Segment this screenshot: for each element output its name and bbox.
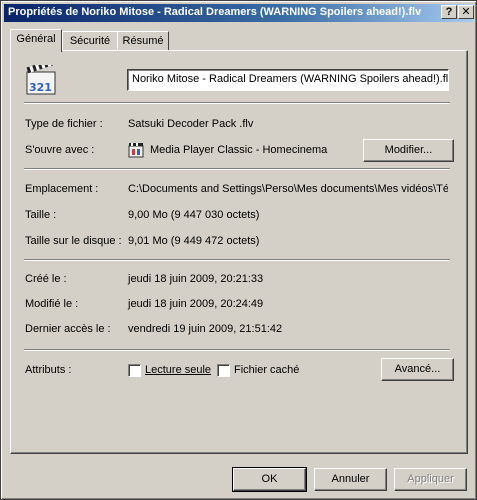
opens-with-label: S'ouvre avec : bbox=[25, 144, 95, 156]
opens-with-value: Media Player Classic - Homecinema bbox=[150, 144, 328, 156]
ok-button[interactable]: OK bbox=[232, 467, 307, 492]
media-player-icon bbox=[128, 142, 144, 158]
separator bbox=[24, 102, 450, 104]
accessed-value: vendredi 19 juin 2009, 21:51:42 bbox=[128, 323, 283, 335]
size-on-disk-value: 9,01 Mo (9 449 472 octets) bbox=[128, 235, 260, 247]
title-bar[interactable]: Propriétés de Noriko Mitose - Radical Dr… bbox=[4, 4, 474, 22]
modified-value: jeudi 18 juin 2009, 20:24:49 bbox=[128, 298, 264, 310]
advanced-button[interactable]: Avancé... bbox=[381, 358, 454, 381]
apply-button[interactable]: Appliquer bbox=[394, 468, 467, 491]
media-file-icon: 321 bbox=[26, 59, 56, 95]
close-button[interactable]: ✕ bbox=[458, 5, 474, 19]
properties-dialog: Propriétés de Noriko Mitose - Radical Dr… bbox=[0, 0, 477, 500]
general-panel bbox=[10, 50, 468, 454]
attributes-label: Attributs : bbox=[25, 364, 72, 376]
size-label: Taille : bbox=[25, 209, 57, 221]
separator bbox=[24, 349, 450, 351]
size-on-disk-label: Taille sur le disque : bbox=[25, 235, 122, 247]
hidden-label[interactable]: Fichier caché bbox=[234, 364, 299, 376]
hidden-checkbox[interactable] bbox=[217, 364, 230, 377]
tab-general[interactable]: Général bbox=[10, 29, 62, 52]
tab-summary[interactable]: Résumé bbox=[117, 31, 169, 50]
modified-label: Modifié le : bbox=[25, 298, 79, 310]
window-title: Propriétés de Noriko Mitose - Radical Dr… bbox=[8, 6, 422, 18]
cancel-button[interactable]: Annuler bbox=[314, 468, 387, 491]
help-button[interactable]: ? bbox=[441, 5, 457, 19]
type-value: Satsuki Decoder Pack .flv bbox=[128, 118, 254, 130]
created-label: Créé le : bbox=[25, 273, 67, 285]
location-label: Emplacement : bbox=[25, 183, 99, 195]
file-name-input[interactable]: Noriko Mitose - Radical Dreamers (WARNIN… bbox=[127, 69, 449, 91]
svg-text:321: 321 bbox=[29, 81, 52, 94]
separator bbox=[24, 168, 450, 170]
location-value: C:\Documents and Settings\Perso\Mes docu… bbox=[128, 183, 448, 195]
modify-button[interactable]: Modifier... bbox=[363, 139, 454, 162]
separator bbox=[24, 259, 450, 261]
accessed-label: Dernier accès le : bbox=[25, 323, 111, 335]
readonly-label[interactable]: Lecture seule bbox=[145, 364, 211, 376]
size-value: 9,00 Mo (9 447 030 octets) bbox=[128, 209, 260, 221]
tab-security[interactable]: Sécurité bbox=[62, 31, 118, 50]
created-value: jeudi 18 juin 2009, 20:21:33 bbox=[128, 273, 264, 285]
readonly-checkbox[interactable] bbox=[128, 364, 141, 377]
type-label: Type de fichier : bbox=[25, 118, 103, 130]
